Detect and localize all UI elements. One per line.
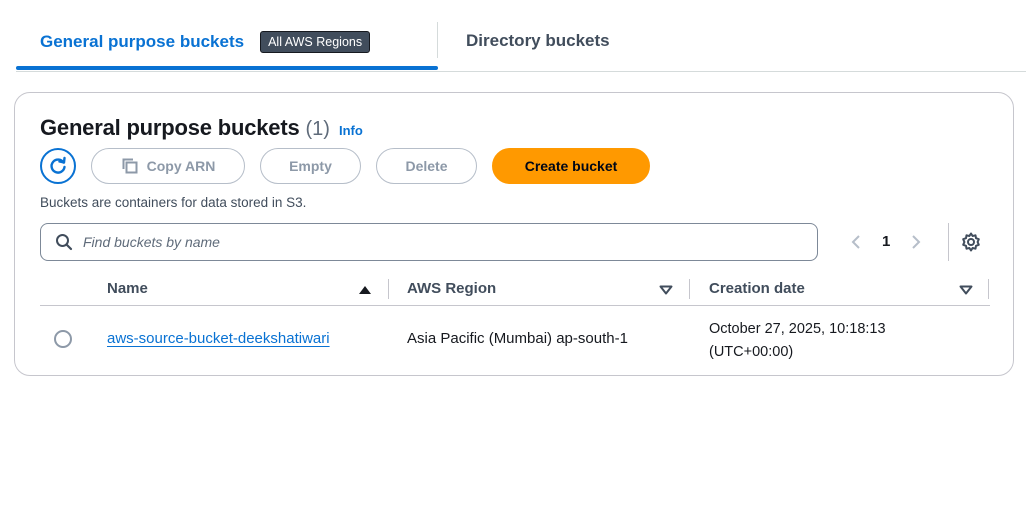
creation-date-line2: (UTC+00:00) <box>709 344 794 360</box>
creation-date-line1: October 27, 2025, 10:18:13 <box>709 321 886 337</box>
column-separator[interactable] <box>689 279 690 299</box>
bucket-name-link[interactable]: aws-source-bucket-deekshatiwari <box>107 330 330 347</box>
container-header: General purpose buckets (1) Info <box>40 115 363 141</box>
table-header: Name AWS Region Creation date <box>40 271 990 306</box>
settings-gear-icon[interactable] <box>961 232 981 252</box>
action-bar: Copy ARN Empty Delete Create bucket <box>40 148 665 184</box>
copy-arn-button[interactable]: Copy ARN <box>91 148 245 184</box>
row-select-radio[interactable] <box>54 330 72 348</box>
tab-divider <box>437 22 438 58</box>
column-separator[interactable] <box>988 279 989 299</box>
pager-divider <box>948 223 949 261</box>
all-regions-badge: All AWS Regions <box>260 31 371 53</box>
refresh-icon <box>50 156 66 174</box>
tab-general-purpose-buckets[interactable]: General purpose buckets All AWS Regions <box>40 31 371 53</box>
next-page-icon[interactable] <box>910 234 922 250</box>
sort-descending-icon[interactable] <box>959 285 973 295</box>
tab-general-purpose-label[interactable]: General purpose buckets <box>40 32 244 52</box>
column-header-name[interactable]: Name <box>107 280 148 297</box>
sort-ascending-icon[interactable] <box>358 285 372 295</box>
pagination: 1 <box>850 233 922 250</box>
table-row: aws-source-bucket-deekshatiwari Asia Pac… <box>40 306 990 374</box>
bucket-region: Asia Pacific (Mumbai) ap-south-1 <box>407 330 628 347</box>
create-bucket-button[interactable]: Create bucket <box>492 148 650 184</box>
bucket-type-tabs: General purpose buckets All AWS Regions … <box>16 0 1026 72</box>
copy-arn-label: Copy ARN <box>146 158 216 174</box>
previous-page-icon[interactable] <box>850 234 862 250</box>
current-page-number[interactable]: 1 <box>882 233 890 250</box>
bucket-creation-date: October 27, 2025, 10:18:13 (UTC+00:00) <box>709 318 969 364</box>
active-tab-indicator <box>16 66 438 70</box>
search-input[interactable] <box>83 234 783 250</box>
copy-icon <box>121 157 139 175</box>
container-description: Buckets are containers for data stored i… <box>40 195 307 210</box>
info-link[interactable]: Info <box>339 123 363 138</box>
bucket-count: (1) <box>305 118 330 140</box>
refresh-button[interactable] <box>40 148 76 184</box>
column-separator[interactable] <box>388 279 389 299</box>
empty-button[interactable]: Empty <box>260 148 361 184</box>
delete-button[interactable]: Delete <box>376 148 477 184</box>
search-box <box>40 223 818 261</box>
buckets-table: Name AWS Region Creation date aws-source… <box>40 271 990 374</box>
column-header-region[interactable]: AWS Region <box>407 280 496 297</box>
search-icon <box>55 233 73 251</box>
tab-directory-buckets[interactable]: Directory buckets <box>466 31 610 51</box>
column-header-creation-date[interactable]: Creation date <box>709 280 805 297</box>
sort-descending-icon[interactable] <box>659 285 673 295</box>
buckets-container: General purpose buckets (1) Info Copy AR… <box>14 92 1014 376</box>
container-title: General purpose buckets <box>40 115 300 140</box>
